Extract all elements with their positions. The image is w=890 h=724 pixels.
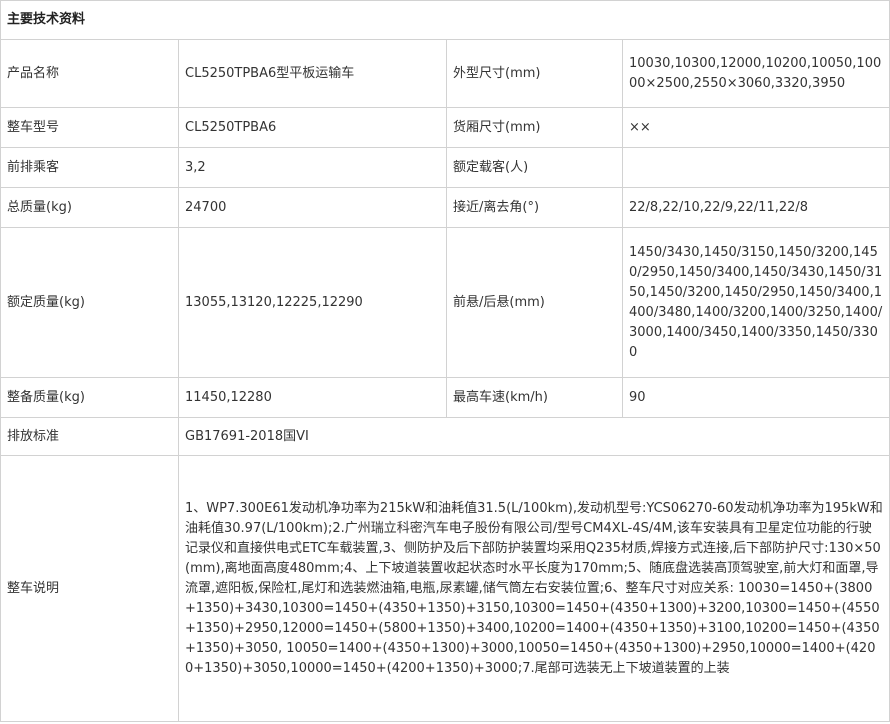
rated-passengers-label: 额定载客(人) [446, 147, 623, 188]
spec-table: 主要技术资料 产品名称 CL5250TPBA6型平板运输车 外型尺寸(mm) 1… [0, 0, 890, 722]
overhang-label: 前悬/后悬(mm) [446, 227, 623, 378]
description-value: 1、WP7.300E61发动机净功率为215kW和油耗值31.5(L/100km… [177, 455, 890, 722]
dimensions-value: 10030,10300,12000,10200,10050,10000×2500… [621, 39, 890, 108]
table-row: 产品名称 CL5250TPBA6型平板运输车 外型尺寸(mm) 10030,10… [0, 39, 890, 108]
curb-mass-value: 11450,12280 [178, 377, 447, 418]
emission-value: GB17691-2018国VI [177, 417, 890, 456]
rated-passengers-value [621, 147, 890, 188]
max-speed-label: 最高车速(km/h) [446, 377, 623, 418]
approach-departure-label: 接近/离去角(°) [446, 187, 623, 228]
product-name-label: 产品名称 [0, 39, 179, 108]
total-mass-value: 24700 [178, 187, 447, 228]
model-label: 整车型号 [0, 107, 179, 148]
table-row: 总质量(kg) 24700 接近/离去角(°) 22/8,22/10,22/9,… [0, 187, 890, 228]
cargo-dimensions-label: 货厢尺寸(mm) [446, 107, 623, 148]
approach-departure-value: 22/8,22/10,22/9,22/11,22/8 [621, 187, 890, 228]
front-passengers-label: 前排乘客 [0, 147, 179, 188]
product-name-value: CL5250TPBA6型平板运输车 [178, 39, 447, 108]
description-label: 整车说明 [0, 455, 179, 722]
max-speed-value: 90 [621, 377, 890, 418]
overhang-value: 1450/3430,1450/3150,1450/3200,1450/2950,… [621, 227, 890, 378]
table-row: 整车说明 1、WP7.300E61发动机净功率为215kW和油耗值31.5(L/… [0, 455, 890, 722]
dimensions-label: 外型尺寸(mm) [446, 39, 623, 108]
emission-label: 排放标准 [0, 417, 179, 456]
rated-mass-label: 额定质量(kg) [0, 227, 179, 378]
table-row: 整备质量(kg) 11450,12280 最高车速(km/h) 90 [0, 377, 890, 418]
curb-mass-label: 整备质量(kg) [0, 377, 179, 418]
model-value: CL5250TPBA6 [178, 107, 447, 148]
total-mass-label: 总质量(kg) [0, 187, 179, 228]
table-row: 整车型号 CL5250TPBA6 货厢尺寸(mm) ×× [0, 107, 890, 148]
front-passengers-value: 3,2 [178, 147, 447, 188]
rated-mass-value: 13055,13120,12225,12290 [178, 227, 447, 378]
section-title: 主要技术资料 [0, 0, 890, 40]
table-row: 额定质量(kg) 13055,13120,12225,12290 前悬/后悬(m… [0, 227, 890, 378]
table-row: 前排乘客 3,2 额定载客(人) [0, 147, 890, 188]
section-header-row: 主要技术资料 [0, 0, 890, 40]
cargo-dimensions-value: ×× [621, 107, 890, 148]
table-row: 排放标准 GB17691-2018国VI [0, 417, 890, 456]
